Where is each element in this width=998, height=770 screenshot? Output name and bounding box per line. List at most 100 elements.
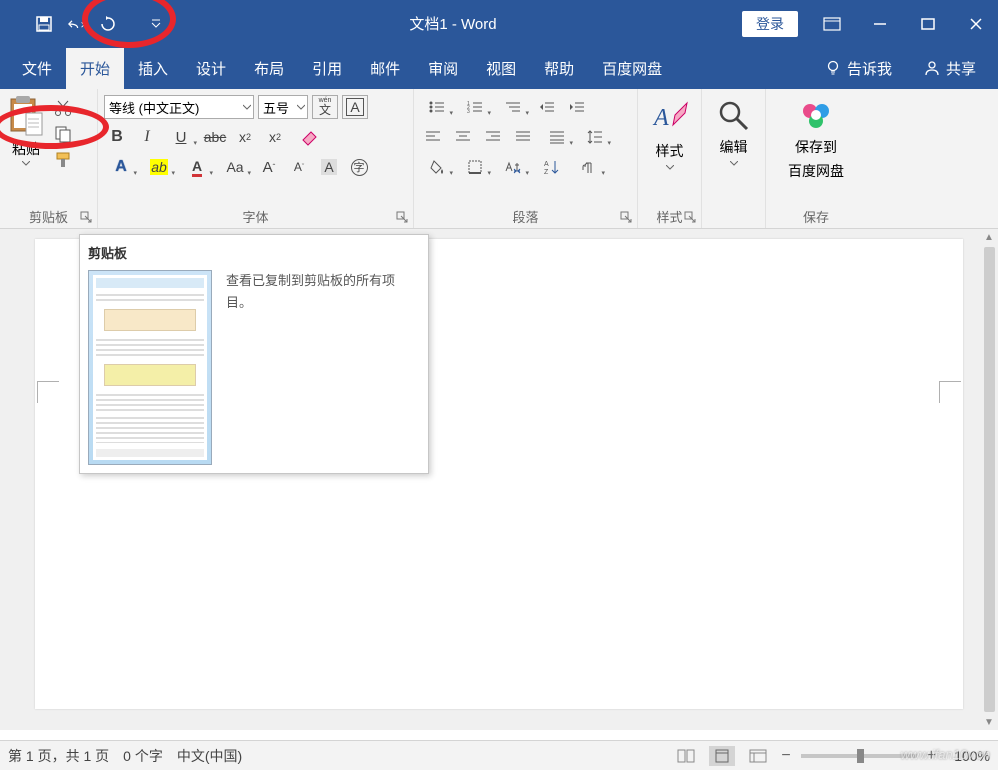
share-button[interactable]: 共享 xyxy=(910,48,990,89)
font-name-combo[interactable]: 等线 (中文正文) xyxy=(104,95,254,119)
strikethrough-button[interactable]: abc xyxy=(202,125,228,149)
align-left-button[interactable] xyxy=(420,125,446,149)
bullets-button[interactable]: ▾ xyxy=(420,95,454,119)
tooltip-description: 查看已复制到剪贴板的所有项目。 xyxy=(226,270,420,314)
tab-insert[interactable]: 插入 xyxy=(124,48,182,89)
char-border-button[interactable]: A xyxy=(342,95,368,119)
bold-button[interactable]: B xyxy=(104,125,130,149)
line-spacing-button[interactable]: ▾ xyxy=(578,125,612,149)
clipboard-icon xyxy=(8,95,44,137)
tab-file[interactable]: 文件 xyxy=(8,48,66,89)
copy-icon[interactable] xyxy=(54,125,72,143)
status-wordcount[interactable]: 0 个字 xyxy=(123,746,163,766)
print-layout-icon[interactable] xyxy=(709,746,735,766)
underline-button[interactable]: U▾ xyxy=(164,125,198,149)
tab-mail[interactable]: 邮件 xyxy=(356,48,414,89)
ribbon-display-icon[interactable] xyxy=(818,10,846,38)
scrollbar-thumb[interactable] xyxy=(984,247,995,712)
align-center-button[interactable] xyxy=(450,125,476,149)
tab-references[interactable]: 引用 xyxy=(298,48,356,89)
grow-font-button[interactable]: Aˆ xyxy=(256,155,282,179)
shrink-font-button[interactable]: Aˇ xyxy=(286,155,312,179)
eraser-icon xyxy=(299,128,319,146)
numbering-button[interactable]: 123▾ xyxy=(458,95,492,119)
font-dialog-launcher[interactable] xyxy=(396,211,409,224)
text-effects-button[interactable]: A▾ xyxy=(104,155,138,179)
styles-button[interactable]: A 样式 xyxy=(647,93,693,176)
font-color-button[interactable]: A▾ xyxy=(180,155,214,179)
increase-indent-button[interactable] xyxy=(564,95,590,119)
lightbulb-icon xyxy=(825,60,841,76)
person-icon xyxy=(924,60,940,76)
zoom-level[interactable]: 100% xyxy=(946,748,990,764)
font-size-combo[interactable]: 五号 xyxy=(258,95,308,119)
styles-dialog-launcher[interactable] xyxy=(684,211,697,224)
zoom-slider[interactable] xyxy=(801,754,917,758)
read-mode-icon[interactable] xyxy=(673,746,699,766)
qat xyxy=(8,16,164,32)
edit-button[interactable]: 编辑 xyxy=(713,93,755,172)
paste-button[interactable]: 粘贴 xyxy=(6,93,46,168)
minimize-icon[interactable] xyxy=(866,10,894,38)
subscript-button[interactable]: x2 xyxy=(232,125,258,149)
tab-review[interactable]: 审阅 xyxy=(414,48,472,89)
sort-button[interactable]: AZ xyxy=(534,155,568,179)
group-paragraph-title: 段落 xyxy=(420,204,631,228)
change-case-button[interactable]: Aa▾ xyxy=(218,155,252,179)
svg-text:A: A xyxy=(544,161,549,168)
clipboard-dialog-launcher[interactable] xyxy=(80,211,93,224)
status-language[interactable]: 中文(中国) xyxy=(177,746,242,766)
titlebar: 文档1 - Word 登录 xyxy=(0,0,998,47)
login-button[interactable]: 登录 xyxy=(742,11,798,37)
italic-button[interactable]: I xyxy=(134,125,160,149)
tab-layout[interactable]: 布局 xyxy=(240,48,298,89)
tab-design[interactable]: 设计 xyxy=(182,48,240,89)
baidu-save-line1: 保存到 xyxy=(795,137,837,157)
superscript-button[interactable]: x2 xyxy=(262,125,288,149)
zoom-slider-handle[interactable] xyxy=(857,749,864,763)
decrease-indent-button[interactable] xyxy=(534,95,560,119)
zoom-in-button[interactable]: + xyxy=(927,747,936,765)
redo-icon[interactable] xyxy=(100,16,116,32)
margin-corner-tr xyxy=(939,381,961,403)
tab-baidu[interactable]: 百度网盘 xyxy=(588,48,676,89)
save-icon[interactable] xyxy=(36,16,52,32)
tooltip-heading: 剪贴板 xyxy=(88,243,420,262)
align-right-button[interactable] xyxy=(480,125,506,149)
qat-customize-icon[interactable] xyxy=(148,16,164,32)
close-icon[interactable] xyxy=(962,10,990,38)
multilevel-list-button[interactable]: ▾ xyxy=(496,95,530,119)
vertical-scrollbar[interactable]: ▲ ▼ xyxy=(980,229,998,730)
cut-icon[interactable] xyxy=(54,99,72,117)
char-shading-button[interactable]: A xyxy=(316,155,342,179)
web-layout-icon[interactable] xyxy=(745,746,771,766)
undo-icon[interactable] xyxy=(68,16,84,32)
share-label: 共享 xyxy=(946,58,976,79)
tab-home[interactable]: 开始 xyxy=(66,48,124,89)
format-painter-icon[interactable] xyxy=(54,151,72,169)
asian-layout-button[interactable]: ▾ xyxy=(496,155,530,179)
borders-button[interactable]: ▾ xyxy=(458,155,492,179)
scroll-down-icon[interactable]: ▼ xyxy=(984,714,994,730)
group-clipboard-title: 剪贴板 xyxy=(6,204,91,228)
doc-name: 文档1 xyxy=(409,16,447,33)
scroll-up-icon[interactable]: ▲ xyxy=(984,229,994,245)
paint-bucket-icon xyxy=(429,159,445,175)
zoom-out-button[interactable]: − xyxy=(781,747,790,765)
justify-button[interactable] xyxy=(510,125,536,149)
maximize-icon[interactable] xyxy=(914,10,942,38)
enclose-char-button[interactable]: 字 xyxy=(346,155,372,179)
paragraph-dialog-launcher[interactable] xyxy=(620,211,633,224)
show-marks-button[interactable]: ▾ xyxy=(572,155,606,179)
tab-help[interactable]: 帮助 xyxy=(530,48,588,89)
shading-button[interactable]: ▾ xyxy=(420,155,454,179)
highlight-button[interactable]: ab▾ xyxy=(142,155,176,179)
chevron-down-icon xyxy=(22,161,30,166)
status-page[interactable]: 第 1 页，共 1 页 xyxy=(8,746,109,766)
distribute-button[interactable]: ▾ xyxy=(540,125,574,149)
tab-view[interactable]: 视图 xyxy=(472,48,530,89)
phonetic-guide-button[interactable]: wén 文 xyxy=(312,95,338,119)
tell-me-button[interactable]: 告诉我 xyxy=(811,48,906,89)
clear-format-button[interactable] xyxy=(292,125,326,149)
baidu-save-button[interactable]: 保存到 百度网盘 xyxy=(784,93,848,187)
